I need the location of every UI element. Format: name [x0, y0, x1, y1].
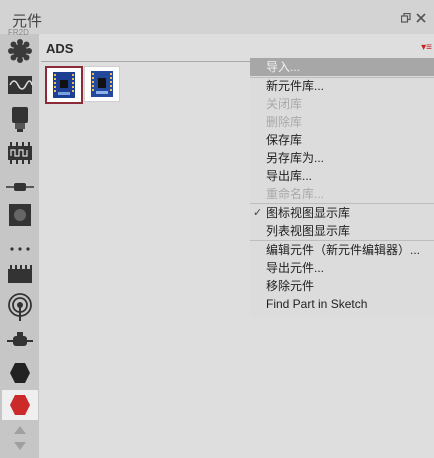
menu-item-icon-view[interactable]: ✓ 图标视图显示库 — [250, 204, 434, 222]
ic-dark-icon[interactable] — [4, 260, 36, 290]
scroll-arrows-icon[interactable] — [4, 422, 36, 454]
button-icon[interactable] — [4, 200, 36, 230]
menu-item-new-library[interactable]: 新元件库... — [250, 77, 434, 95]
part-thumbnail[interactable] — [45, 66, 83, 104]
menu-item-list-view[interactable]: 列表视图显示库 — [250, 222, 434, 240]
menu-item-remove-part[interactable]: 移除元件 — [250, 277, 434, 295]
connector-icon[interactable] — [4, 104, 36, 134]
menu-item-export-part[interactable]: 导出元件... — [250, 259, 434, 277]
antenna-icon[interactable] — [4, 292, 36, 322]
ic-icon[interactable] — [4, 138, 36, 168]
menu-item-delete-library[interactable]: 删除库 — [250, 113, 434, 131]
resistor-icon[interactable] — [4, 172, 36, 202]
menu-item-edit-part[interactable]: 编辑元件（新元件编辑器）... — [250, 241, 434, 259]
checkmark-icon: ✓ — [253, 207, 263, 219]
close-icon[interactable] — [416, 13, 426, 23]
wave-icon[interactable] — [4, 70, 36, 100]
panel-titlebar: 元件 — [0, 0, 434, 34]
menu-item-save-library[interactable]: 保存库 — [250, 131, 434, 149]
bin-sidebar: FR2D — [0, 28, 39, 458]
menu-item-export-library[interactable]: 导出库... — [250, 167, 434, 185]
bin-menu-button[interactable]: ▾≡ — [421, 42, 432, 53]
plug-icon[interactable] — [4, 326, 36, 356]
hexagon-red-icon[interactable] — [2, 390, 38, 420]
hexagon-dark-icon[interactable] — [4, 358, 36, 388]
menu-item-close-library[interactable]: 关闭库 — [250, 95, 434, 113]
menu-item-rename-library[interactable]: 重命名库... — [250, 185, 434, 203]
bin-title: ADS — [46, 41, 74, 56]
header-divider — [41, 61, 251, 62]
menu-item-save-library-as[interactable]: 另存库为... — [250, 149, 434, 167]
context-menu: 导入... 新元件库... 关闭库 删除库 保存库 另存库为... 导出库...… — [250, 57, 434, 317]
part-thumbnail[interactable] — [84, 66, 120, 102]
menu-item-find-part[interactable]: Find Part in Sketch — [250, 295, 434, 313]
menu-item-import[interactable]: 导入... — [250, 58, 434, 76]
restore-icon[interactable] — [401, 13, 411, 23]
chip-icon[interactable] — [4, 36, 36, 66]
